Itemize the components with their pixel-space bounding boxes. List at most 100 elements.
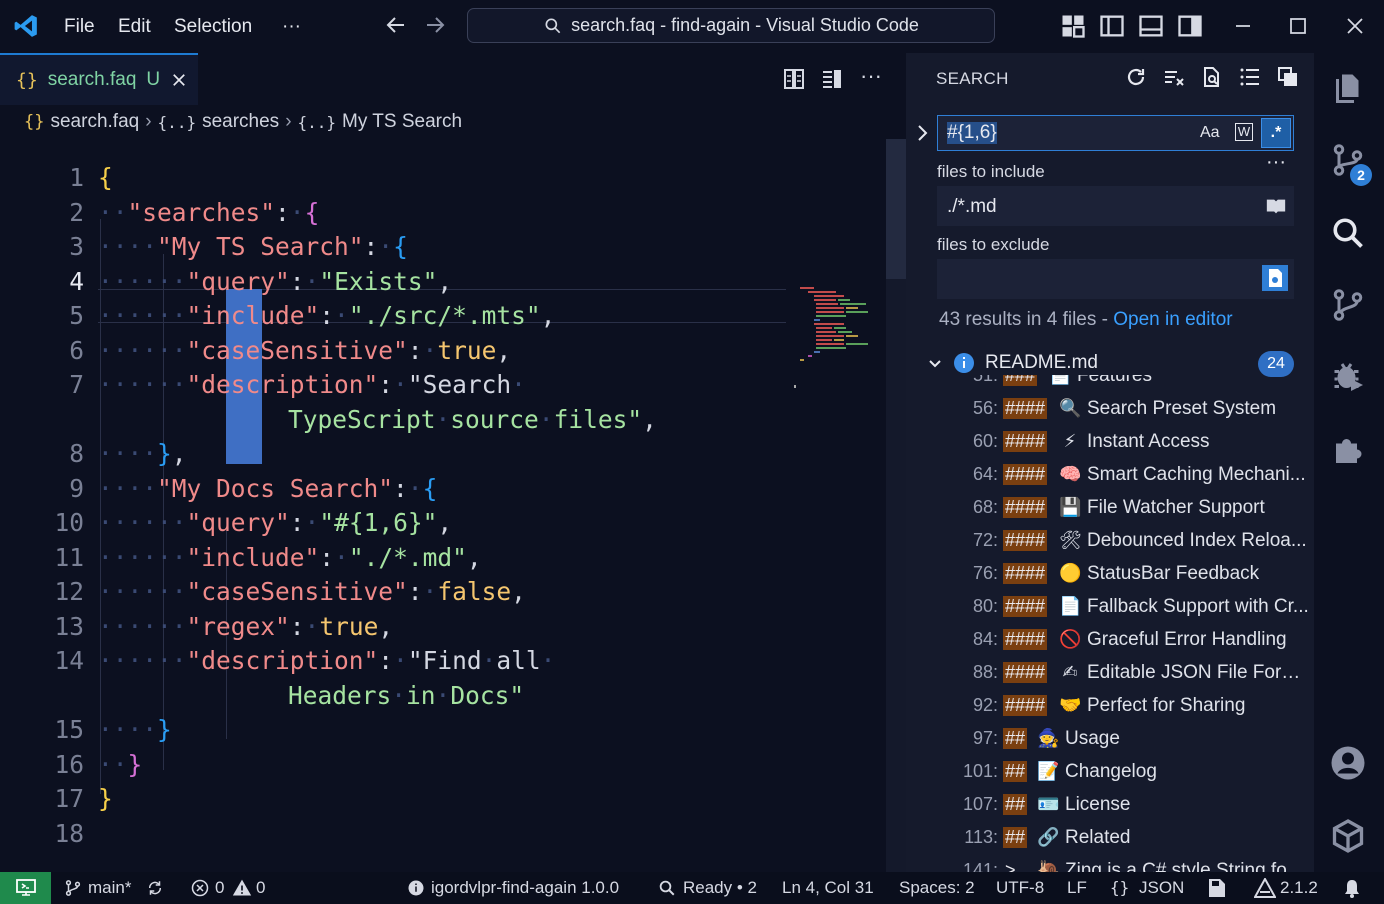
- search-result-item[interactable]: 56: #### 🔍 Search Preset System: [906, 392, 1314, 425]
- tab-search-faq[interactable]: {} search.faq U: [0, 53, 198, 105]
- breadcrumb-searches[interactable]: searches: [202, 111, 279, 133]
- search-result-item[interactable]: 64: #### 🧠 Smart Caching Mechani...: [906, 458, 1314, 491]
- clear-results-icon[interactable]: [1162, 65, 1186, 89]
- search-result-item[interactable]: 84: #### 🚫 Graceful Error Handling: [906, 623, 1314, 656]
- sync-icon[interactable]: [146, 879, 164, 897]
- file-save-icon[interactable]: [1208, 878, 1226, 898]
- end-of-line[interactable]: LF: [1067, 872, 1087, 904]
- editor-scrollbar-thumb[interactable]: [886, 139, 906, 279]
- error-count[interactable]: 0: [215, 872, 224, 904]
- line-number: 6: [69, 335, 84, 365]
- vscode-logo-icon: [14, 15, 37, 37]
- remote-indicator[interactable]: [0, 872, 51, 904]
- view-as-list-icon[interactable]: [1238, 65, 1262, 89]
- forward-arrow-icon[interactable]: [423, 13, 447, 37]
- split-editor-icon[interactable]: [820, 67, 844, 91]
- command-center[interactable]: search.faq - find-again - Visual Studio …: [467, 8, 995, 43]
- whole-word-toggle[interactable]: W: [1235, 123, 1253, 141]
- files-to-include-input[interactable]: ./*.md: [937, 186, 1294, 226]
- result-text: Search Preset System: [1087, 397, 1277, 419]
- toggle-primary-sidebar-icon[interactable]: [1098, 12, 1126, 40]
- collapse-all-icon[interactable]: [1276, 65, 1300, 89]
- search-result-item[interactable]: 92: #### 🤝 Perfect for Sharing: [906, 689, 1314, 722]
- extensions-icon[interactable]: [1330, 430, 1366, 466]
- search-result-item[interactable]: 141: > 🐌 Zing is a C# style String fo: [906, 854, 1314, 873]
- toggle-replace-chevron-icon[interactable]: [915, 123, 931, 143]
- search-result-item[interactable]: 107: ## 🪪 License: [906, 788, 1314, 821]
- files-to-include-value: ./*.md: [947, 196, 997, 217]
- object-icon: {..}: [297, 112, 337, 132]
- notifications-bell-icon[interactable]: [1343, 878, 1361, 898]
- prettier-icon[interactable]: [1254, 878, 1276, 898]
- search-result-item[interactable]: 113: ## 🔗 Related: [906, 821, 1314, 854]
- customize-layout-icon[interactable]: [1059, 12, 1087, 40]
- maximize-icon[interactable]: [1284, 12, 1312, 40]
- code-line: ······"query":·"Exists",: [98, 266, 453, 296]
- toggle-panel-icon[interactable]: [1137, 12, 1165, 40]
- result-text: Debounced Index Reloa...: [1087, 529, 1307, 551]
- branch-name[interactable]: main*: [88, 872, 131, 904]
- search-result-item[interactable]: 101: ## 📝 Changelog: [906, 755, 1314, 788]
- toggle-search-details-icon[interactable]: ···: [1266, 151, 1286, 174]
- close-tab-icon[interactable]: [170, 71, 188, 89]
- branch-icon: [65, 880, 81, 896]
- result-line-number: 80:: [972, 596, 998, 616]
- refresh-icon[interactable]: [1124, 65, 1148, 89]
- menu-selection[interactable]: Selection: [174, 0, 252, 53]
- indentation[interactable]: Spaces: 2: [899, 872, 975, 904]
- explorer-icon[interactable]: [1330, 70, 1366, 106]
- back-arrow-icon[interactable]: [384, 13, 408, 37]
- menu-more[interactable]: ···: [282, 0, 301, 53]
- emoji-icon: 🔍: [1059, 398, 1082, 418]
- result-text: StatusBar Feedback: [1087, 562, 1260, 584]
- accounts-icon[interactable]: [1330, 745, 1366, 781]
- toggle-secondary-sidebar-icon[interactable]: [1176, 12, 1204, 40]
- version-label[interactable]: 2.1.2: [1280, 872, 1318, 904]
- match-case-toggle[interactable]: Aa: [1200, 124, 1220, 142]
- search-result-item[interactable]: 72: #### 🛠 Debounced Index Reloa...: [906, 524, 1314, 557]
- search-result-item[interactable]: 76: #### 🟡 StatusBar Feedback: [906, 557, 1314, 590]
- close-window-icon[interactable]: [1341, 12, 1369, 40]
- more-actions-icon[interactable]: ···: [860, 63, 882, 89]
- use-exclude-settings-icon[interactable]: [1261, 264, 1289, 292]
- cursor-position[interactable]: Ln 4, Col 31: [782, 872, 874, 904]
- new-search-editor-icon[interactable]: [1200, 65, 1224, 89]
- search-result-item[interactable]: 80: #### 📄 Fallback Support with Cr...: [906, 590, 1314, 623]
- search-only-open-editors-icon[interactable]: [1265, 195, 1287, 217]
- result-text: Related: [1065, 826, 1131, 848]
- run-debug-icon[interactable]: [1330, 358, 1366, 394]
- warning-icon[interactable]: [232, 878, 252, 898]
- search-query-input[interactable]: #{1,6} Aa W .*: [937, 115, 1294, 151]
- search-view-icon[interactable]: [1330, 215, 1366, 251]
- warning-count[interactable]: 0: [256, 872, 265, 904]
- line-number: 2: [69, 197, 84, 227]
- error-icon[interactable]: [191, 879, 209, 897]
- search-ready-status[interactable]: Ready • 2: [683, 872, 757, 904]
- search-result-item[interactable]: 60: #### ⚡ Instant Access: [906, 425, 1314, 458]
- line-number: 12: [54, 577, 84, 606]
- code-editor[interactable]: 1 {2 ··"searches":·{3 ····"My TS Search":·{…: [0, 139, 886, 872]
- language-mode[interactable]: JSON: [1139, 872, 1184, 904]
- encoding[interactable]: UTF-8: [996, 872, 1044, 904]
- result-text: Smart Caching Mechani...: [1087, 463, 1306, 485]
- search-result-item[interactable]: 68: #### 💾 File Watcher Support: [906, 491, 1314, 524]
- menu-edit[interactable]: Edit: [118, 0, 151, 53]
- search-result-item[interactable]: 51: ### 📄 Features: [906, 375, 1314, 392]
- manage-gear-icon[interactable]: [1330, 818, 1366, 854]
- code-line: ······"regex":·true,: [98, 611, 394, 641]
- minimize-icon[interactable]: [1229, 12, 1257, 40]
- git-graph-icon[interactable]: [1330, 287, 1366, 323]
- search-result-item[interactable]: 97: ## 🧙 Usage: [906, 722, 1314, 755]
- minimap[interactable]: [794, 285, 874, 405]
- code-line-wrapped: Headers·in·Docs": [288, 680, 525, 710]
- extension-status[interactable]: igordvlpr-find-again 1.0.0: [431, 872, 619, 904]
- open-changes-icon[interactable]: [782, 67, 806, 91]
- breadcrumb-file[interactable]: search.faq: [50, 111, 139, 133]
- menu-file[interactable]: File: [64, 0, 95, 53]
- chevron-down-icon[interactable]: [927, 356, 943, 372]
- regex-toggle-active[interactable]: .*: [1261, 118, 1291, 148]
- search-result-item[interactable]: 88: #### ✍ Editable JSON File Format: [906, 656, 1314, 689]
- breadcrumb-my-ts-search[interactable]: My TS Search: [342, 111, 462, 133]
- files-to-exclude-input[interactable]: [937, 259, 1294, 299]
- open-in-editor-link[interactable]: Open in editor: [1113, 309, 1232, 330]
